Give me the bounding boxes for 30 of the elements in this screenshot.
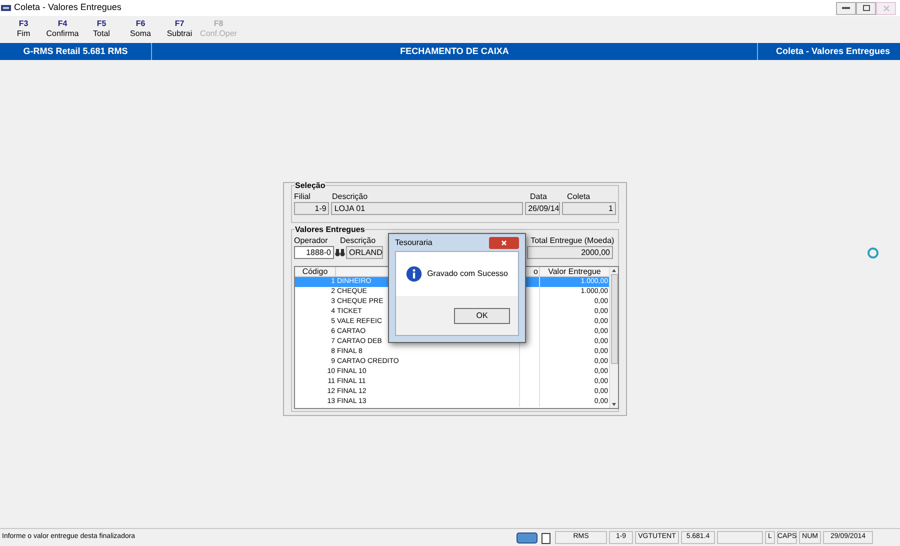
column-header[interactable]: Valor Entregue xyxy=(540,267,609,276)
field-label: Coleta xyxy=(567,192,590,202)
header-right: Coleta - Valores Entregues xyxy=(774,44,891,58)
dialog-message: Gravado com Sucesso xyxy=(427,268,508,280)
group-title: Seleção xyxy=(295,181,326,190)
window-title: Coleta - Valores Entregues xyxy=(14,1,122,14)
field-label: Descrição xyxy=(332,192,369,202)
field-label: Data xyxy=(530,192,548,202)
header-title: FECHAMENTO DE CAIXA xyxy=(152,43,758,60)
function-key-button[interactable]: F4 Confirma xyxy=(43,19,82,39)
ok-button[interactable]: OK xyxy=(454,308,510,324)
field-label: Operador xyxy=(294,236,329,246)
group-title: Valores Entregues xyxy=(295,225,365,234)
dialog-title: Tesouraria xyxy=(395,236,432,248)
function-key-button[interactable]: F3 Fim xyxy=(4,19,43,39)
total-field[interactable]: 2000,00 xyxy=(527,246,613,259)
field-label: Filial xyxy=(294,192,312,202)
collection-field[interactable]: 1 xyxy=(562,202,616,215)
column-header[interactable]: Código xyxy=(295,267,336,276)
field-label: Total Entregue (Moeda) xyxy=(530,236,614,246)
operator-name-field[interactable]: ORLAND xyxy=(346,246,383,259)
branch-field[interactable]: 1-9 xyxy=(294,202,330,215)
header-left: G-RMS Retail 5.681 RMS xyxy=(0,43,152,60)
field-label: Descrição xyxy=(340,236,376,246)
date-field[interactable]: 26/09/14 xyxy=(525,202,560,215)
description-field[interactable]: LOJA 01 xyxy=(331,202,524,215)
function-key-button[interactable]: F6 Soma xyxy=(121,19,160,39)
function-key-button[interactable]: F5 Total xyxy=(82,19,121,39)
function-key-button[interactable]: F7 Subtrai xyxy=(160,19,199,39)
operator-field[interactable]: 1888-0 xyxy=(294,246,334,259)
